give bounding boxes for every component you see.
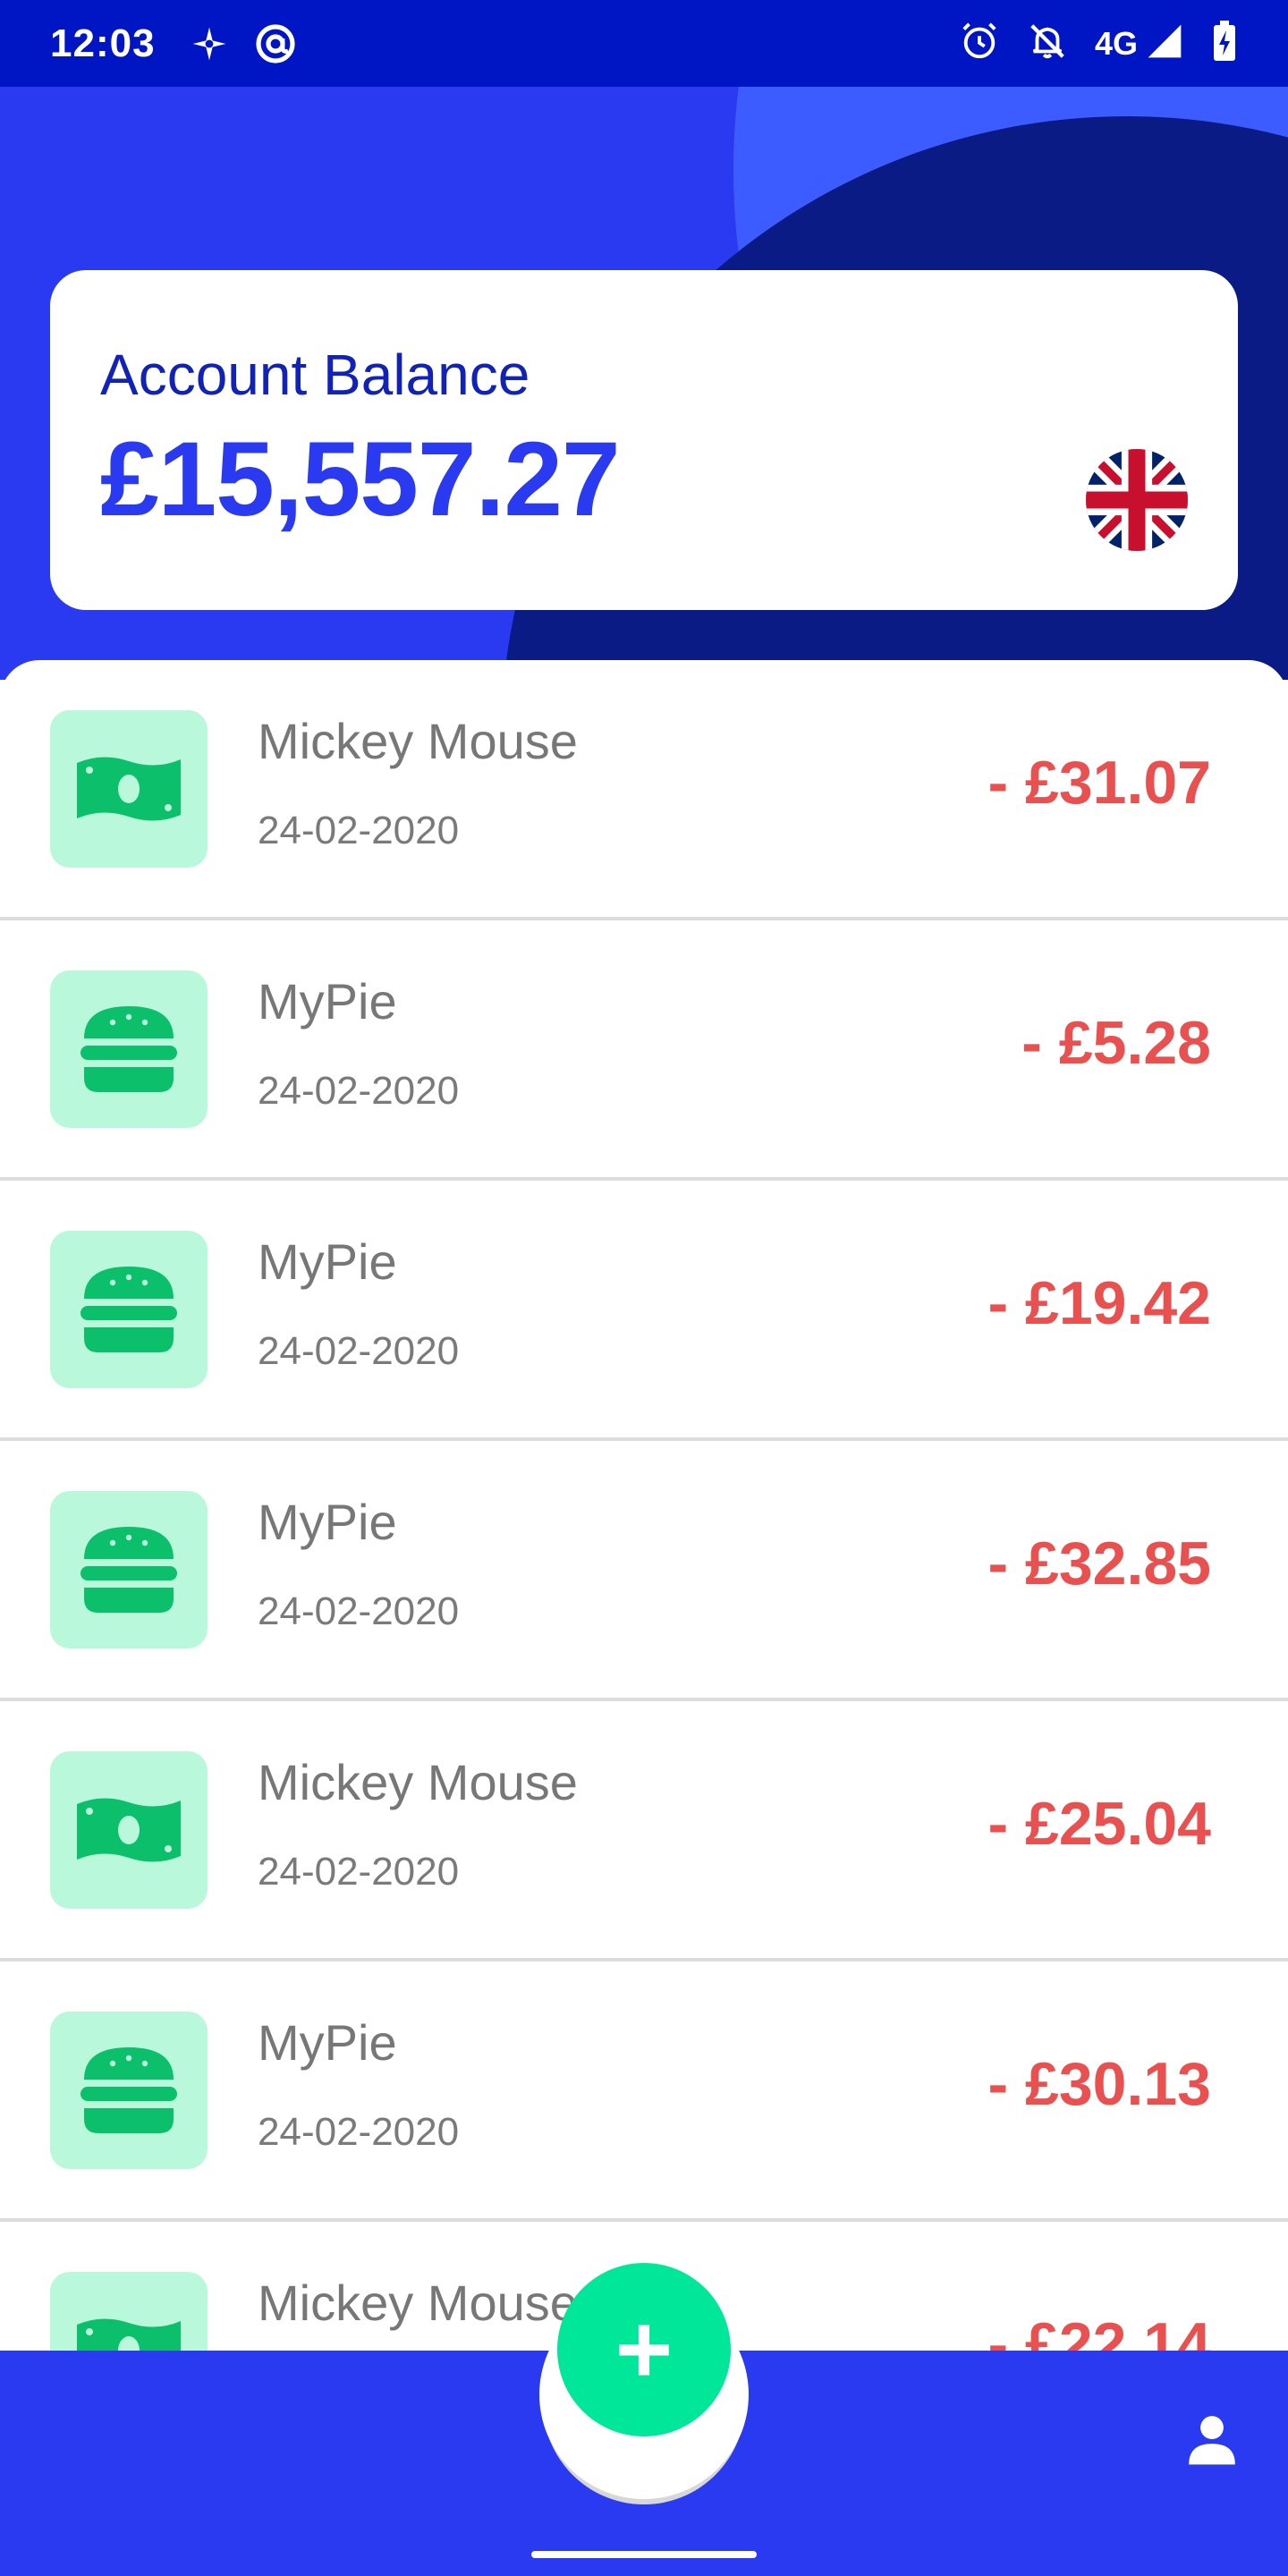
- add-transaction-button[interactable]: +: [557, 2263, 731, 2436]
- balance-amount: £15,557.27: [100, 420, 621, 538]
- cash-icon: [50, 710, 208, 868]
- transaction-name: Mickey Mouse: [258, 2275, 578, 2331]
- status-time: 12:03: [50, 21, 156, 65]
- transaction-row[interactable]: MyPie 24-02-2020 - £32.85: [0, 1441, 1288, 1701]
- transaction-date: 24-02-2020: [258, 1069, 460, 1113]
- transaction-row[interactable]: MyPie 24-02-2020 - £30.13: [0, 1962, 1288, 2222]
- notifications-off-icon: [1027, 21, 1068, 66]
- transaction-date: 24-02-2020: [258, 1850, 460, 1894]
- burger-icon: [50, 2012, 208, 2169]
- burger-icon: [50, 1491, 208, 1648]
- transaction-name: MyPie: [258, 973, 397, 1030]
- at-icon: [254, 22, 297, 65]
- transaction-name: MyPie: [258, 1494, 397, 1550]
- transaction-name: Mickey Mouse: [258, 1754, 578, 1810]
- signal-icon: [1145, 21, 1184, 65]
- home-indicator[interactable]: [531, 2551, 757, 2558]
- transaction-date: 24-02-2020: [258, 1329, 460, 1373]
- transaction-amount: - £19.42: [987, 1269, 1211, 1337]
- battery-charging-icon: [1211, 20, 1238, 67]
- transaction-row[interactable]: MyPie 24-02-2020 - £19.42: [0, 1181, 1288, 1441]
- transaction-amount: - £30.13: [987, 2050, 1211, 2118]
- pinwheel-icon: [190, 24, 229, 64]
- burger-icon: [50, 970, 208, 1128]
- transaction-amount: - £25.04: [987, 1790, 1211, 1858]
- status-bar: 12:03 4G: [0, 0, 1288, 87]
- cash-icon: [50, 1751, 208, 1909]
- alarm-icon: [959, 21, 1000, 66]
- uk-flag-icon[interactable]: [1086, 449, 1188, 551]
- transaction-amount: - £31.07: [987, 749, 1211, 817]
- network-type: 4G: [1094, 24, 1138, 62]
- transaction-name: Mickey Mouse: [258, 713, 578, 769]
- burger-icon: [50, 1231, 208, 1388]
- transaction-amount: - £5.28: [1021, 1009, 1211, 1077]
- transaction-row[interactable]: MyPie 24-02-2020 - £5.28: [0, 920, 1288, 1181]
- transaction-row[interactable]: Mickey Mouse 24-02-2020 - £25.04: [0, 1701, 1288, 1962]
- account-balance-card[interactable]: Account Balance £15,557.27: [50, 270, 1238, 610]
- transaction-name: MyPie: [258, 1233, 397, 1290]
- transaction-date: 24-02-2020: [258, 809, 460, 852]
- person-icon[interactable]: [1181, 2408, 1243, 2470]
- transaction-row[interactable]: Mickey Mouse 24-02-2020 - £31.07: [0, 660, 1288, 920]
- transaction-name: MyPie: [258, 2014, 397, 2071]
- transaction-date: 24-02-2020: [258, 1589, 460, 1633]
- transaction-date: 24-02-2020: [258, 2110, 460, 2154]
- transaction-amount: - £32.85: [987, 1530, 1211, 1597]
- balance-title: Account Balance: [100, 343, 530, 407]
